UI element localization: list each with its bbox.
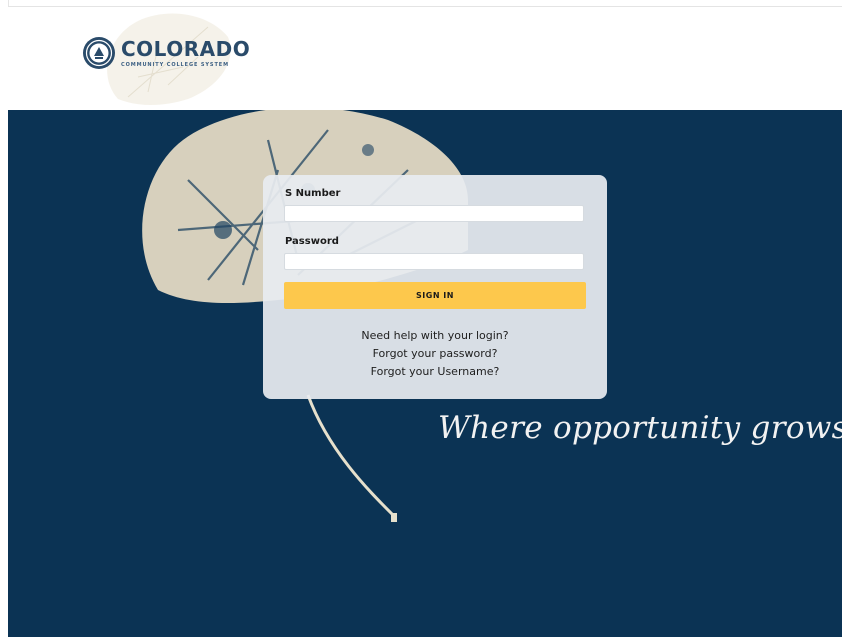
sign-in-button[interactable]: SIGN IN	[284, 282, 586, 309]
s-number-label: S Number	[285, 188, 341, 199]
site-header: COLORADO COMMUNITY COLLEGE SYSTEM	[8, 6, 842, 111]
s-number-input[interactable]	[284, 205, 584, 222]
need-help-link[interactable]: Need help with your login?	[263, 329, 607, 342]
forgot-password-link[interactable]: Forgot your password?	[263, 347, 607, 360]
tagline: Where opportunity grows.	[438, 410, 842, 446]
brand-name: COLORADO	[121, 36, 251, 61]
login-card: S Number Password SIGN IN Need help with…	[263, 175, 607, 399]
state-seal-icon	[83, 37, 115, 69]
password-input[interactable]	[284, 253, 584, 270]
password-label: Password	[285, 236, 339, 247]
brand-logo[interactable]: COLORADO COMMUNITY COLLEGE SYSTEM	[82, 36, 250, 70]
page-right-edge	[842, 0, 847, 637]
brand-wordmark: COLORADO COMMUNITY COLLEGE SYSTEM	[121, 36, 251, 68]
forgot-username-link[interactable]: Forgot your Username?	[263, 365, 607, 378]
hero-background: S Number Password SIGN IN Need help with…	[8, 110, 842, 637]
brand-subtitle: COMMUNITY COLLEGE SYSTEM	[121, 61, 229, 68]
login-page: COLORADO COMMUNITY COLLEGE SYSTEM S Numb…	[0, 0, 847, 637]
